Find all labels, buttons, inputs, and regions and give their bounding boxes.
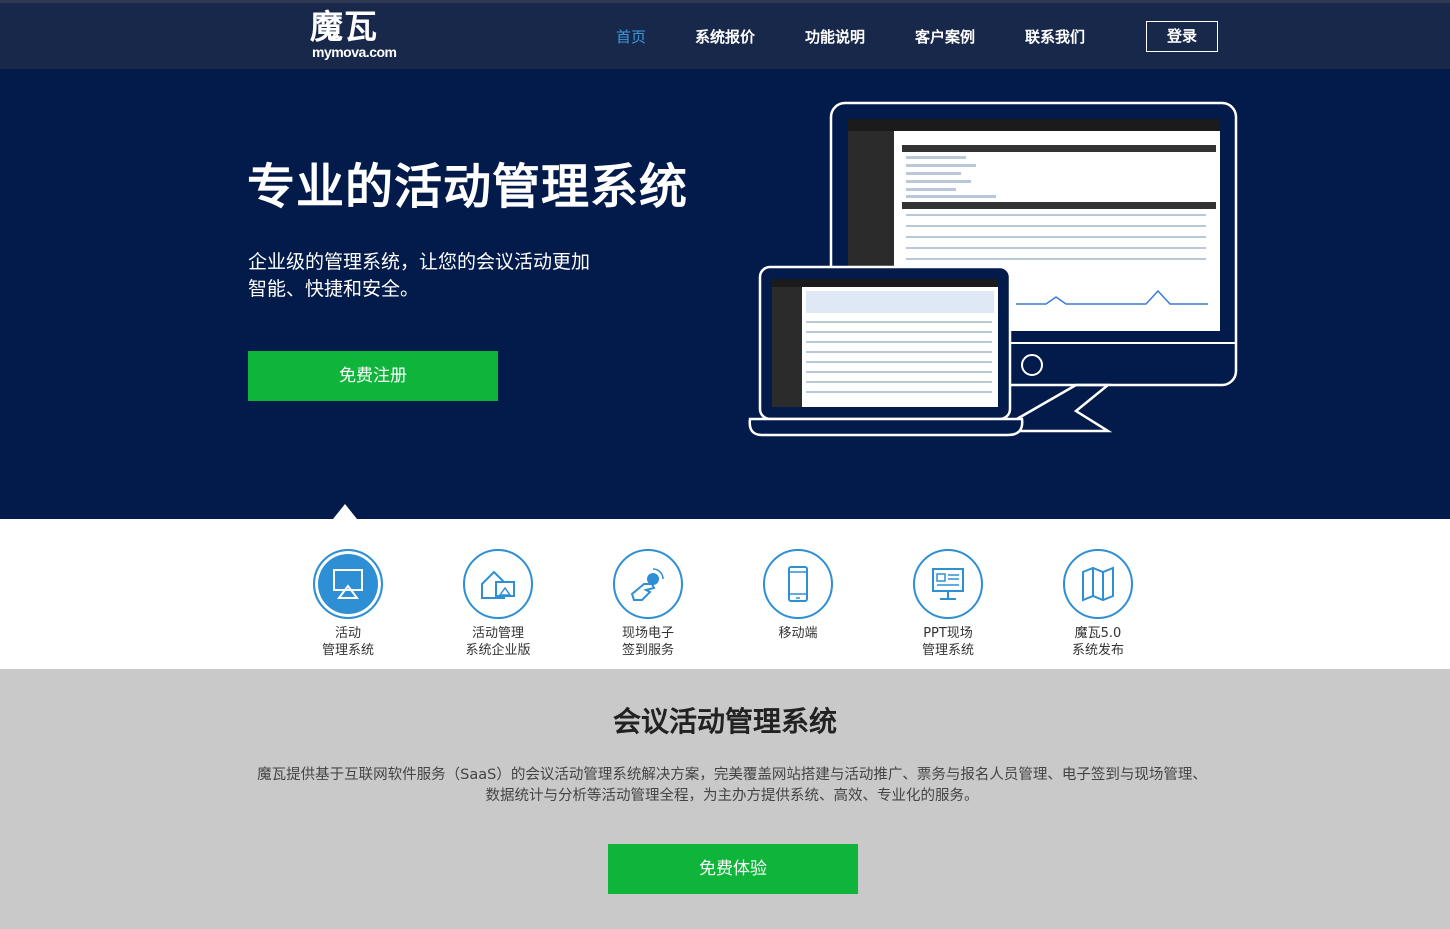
feature-onsite-checkin[interactable]: 现场电子 签到服务 [573, 549, 723, 664]
feature-event-management[interactable]: 活动 管理系统 [273, 549, 423, 664]
ppt-board-icon [913, 549, 983, 619]
feature-icon-row: 活动 管理系统 活动管理 系统企业版 现场电子 签到服务 移动端 PPT现场 管… [0, 519, 1450, 669]
hand-tap-icon [613, 549, 683, 619]
feature-mobile[interactable]: 移动端 [723, 549, 873, 664]
login-button[interactable]: 登录 [1146, 21, 1218, 52]
nav-pricing[interactable]: 系统报价 [695, 26, 755, 48]
logo-domain-text: mymova.com [312, 44, 397, 60]
section-title: 会议活动管理系统 [612, 705, 837, 738]
feature-label: 活动管理 [471, 626, 524, 641]
hero-subtitle-line: 智能、快捷和安全。 [248, 278, 420, 300]
device-mockup-illustration [748, 101, 1238, 437]
feature-label: PPT现场 [923, 626, 973, 641]
logo-chinese-text: 魔瓦 [310, 7, 378, 46]
section-description: 魔瓦提供基于互联网软件服务（SaaS）的会议活动管理系统解决方案，完美覆盖网站搭… [257, 767, 1207, 804]
nav-contact[interactable]: 联系我们 [1025, 26, 1085, 48]
feature-label: 魔瓦5.0 [1074, 626, 1122, 641]
presentation-icon [313, 549, 383, 619]
building-icon [463, 549, 533, 619]
feature-label: 系统发布 [1071, 643, 1124, 658]
feature-label: 签到服务 [621, 643, 674, 658]
feature-enterprise-edition[interactable]: 活动管理 系统企业版 [423, 549, 573, 664]
nav-cases[interactable]: 客户案例 [915, 26, 975, 48]
brand-logo[interactable]: 魔瓦 mymova.com [310, 9, 410, 63]
free-trial-button[interactable]: 免费体验 [608, 844, 858, 894]
feature-label: 移动端 [778, 626, 818, 641]
hero-title: 专业的活动管理系统 [247, 159, 689, 215]
feature-label: 管理系统 [921, 643, 974, 658]
active-feature-pointer [333, 504, 357, 519]
feature-release[interactable]: 魔瓦5.0 系统发布 [1023, 549, 1173, 664]
top-navigation-bar: 魔瓦 mymova.com 首页 系统报价 功能说明 客户案例 联系我们 登录 [0, 0, 1450, 69]
feature-label: 管理系统 [321, 643, 374, 658]
feature-label: 活动 [334, 626, 361, 641]
register-free-button[interactable]: 免费注册 [248, 351, 498, 401]
feature-label: 系统企业版 [465, 643, 531, 658]
hero-subtitle-line: 企业级的管理系统，让您的会议活动更加 [248, 251, 591, 273]
hero-banner: 专业的活动管理系统 企业级的管理系统，让您的会议活动更加 智能、快捷和安全。 免… [0, 69, 1450, 519]
feature-label: 现场电子 [621, 626, 674, 641]
nav-home[interactable]: 首页 [616, 26, 646, 48]
map-icon [1063, 549, 1133, 619]
nav-features[interactable]: 功能说明 [805, 26, 865, 48]
mobile-icon [763, 549, 833, 619]
feature-ppt-management[interactable]: PPT现场 管理系统 [873, 549, 1023, 664]
hero-subtitle: 企业级的管理系统，让您的会议活动更加 智能、快捷和安全。 [248, 249, 628, 303]
